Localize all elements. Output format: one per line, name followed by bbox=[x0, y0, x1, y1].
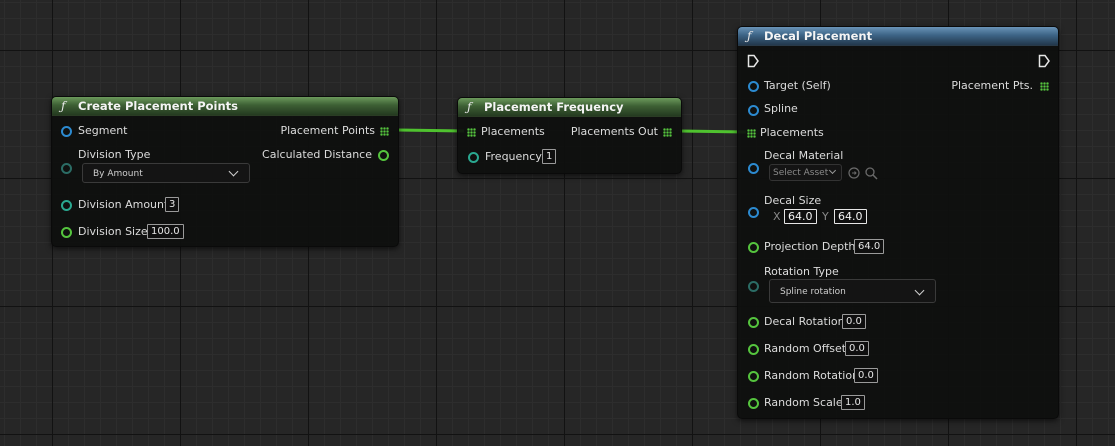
placement-frequency-node[interactable]: ƒ Placement Frequency Placements Placeme… bbox=[457, 97, 682, 174]
placement-points-label: Placement Points bbox=[280, 124, 375, 137]
division-type-dropdown[interactable]: By Amount bbox=[82, 163, 250, 183]
chevron-down-icon bbox=[914, 285, 925, 296]
division-size-field[interactable]: 100.0 bbox=[147, 224, 184, 239]
function-icon: ƒ bbox=[747, 29, 752, 43]
decal-rotation-label: Decal Rotation bbox=[764, 315, 845, 328]
division-size-label: Division Size bbox=[78, 225, 148, 238]
calculated-distance-output-pin[interactable] bbox=[378, 150, 389, 161]
decal-placement-node[interactable]: ƒ Decal Placement Target (Self) Placemen… bbox=[737, 26, 1059, 419]
placements-label: Placements bbox=[760, 126, 824, 139]
decal-rotation-input-pin[interactable] bbox=[748, 317, 759, 328]
decal-material-input-pin[interactable] bbox=[748, 163, 759, 174]
node-header[interactable]: ƒ Decal Placement bbox=[738, 27, 1058, 46]
array-pin-icon[interactable] bbox=[1040, 82, 1049, 91]
decal-size-x-field[interactable]: 64.0 bbox=[784, 209, 817, 224]
decal-size-y-field[interactable]: 64.0 bbox=[834, 209, 867, 224]
select-asset-dropdown[interactable]: Select Asset bbox=[769, 164, 842, 181]
exec-input-pin-icon[interactable] bbox=[747, 54, 759, 68]
chevron-down-icon bbox=[228, 166, 239, 177]
node-title: Placement Frequency bbox=[484, 100, 624, 114]
random-scale-input-pin[interactable] bbox=[748, 398, 759, 409]
spline-input-pin[interactable] bbox=[748, 105, 759, 116]
frequency-input-pin[interactable] bbox=[468, 152, 479, 163]
rotation-type-label: Rotation Type bbox=[764, 265, 839, 278]
division-type-input-pin[interactable] bbox=[61, 163, 72, 174]
browse-asset-icon[interactable] bbox=[848, 167, 860, 179]
node-title: Decal Placement bbox=[764, 29, 873, 43]
placements-label: Placements bbox=[481, 125, 545, 138]
random-scale-field[interactable]: 1.0 bbox=[841, 395, 865, 410]
function-icon: ƒ bbox=[467, 100, 472, 114]
array-pin-icon[interactable] bbox=[467, 128, 476, 137]
array-pin-icon[interactable] bbox=[380, 127, 389, 136]
placements-out-label: Placements Out bbox=[570, 125, 658, 138]
rotation-type-input-pin[interactable] bbox=[748, 281, 759, 292]
frequency-field[interactable]: 1 bbox=[542, 149, 557, 164]
array-pin-icon[interactable] bbox=[663, 128, 672, 137]
segment-label: Segment bbox=[78, 124, 128, 137]
projection-depth-input-pin[interactable] bbox=[748, 242, 759, 253]
division-amount-label: Division Amount bbox=[78, 198, 169, 211]
division-size-input-pin[interactable] bbox=[61, 227, 72, 238]
wire-placement-points-to-placements[interactable] bbox=[397, 128, 465, 133]
division-type-value: By Amount bbox=[93, 169, 143, 179]
projection-depth-field[interactable]: 64.0 bbox=[854, 239, 885, 254]
select-asset-label: Select Asset bbox=[773, 168, 829, 178]
random-rotation-field[interactable]: 0.0 bbox=[854, 368, 878, 383]
target-label: Target (Self) bbox=[764, 79, 831, 92]
spline-label: Spline bbox=[764, 102, 798, 115]
chevron-down-icon bbox=[828, 166, 837, 175]
random-offset-input-pin[interactable] bbox=[748, 344, 759, 355]
random-scale-label: Random Scale bbox=[764, 396, 843, 409]
exec-output-pin-icon[interactable] bbox=[1038, 54, 1050, 68]
decal-size-input-pin[interactable] bbox=[748, 207, 759, 218]
random-rotation-label: Random Rotation bbox=[764, 369, 860, 382]
decal-size-label: Decal Size bbox=[764, 194, 822, 207]
decal-material-label: Decal Material bbox=[764, 149, 844, 162]
node-header[interactable]: ƒ Create Placement Points bbox=[52, 97, 398, 116]
rotation-type-dropdown[interactable]: Spline rotation bbox=[769, 279, 936, 303]
node-header[interactable]: ƒ Placement Frequency bbox=[458, 98, 681, 117]
division-type-label: Division Type bbox=[78, 148, 151, 161]
search-icon[interactable] bbox=[865, 167, 878, 180]
decal-rotation-field[interactable]: 0.0 bbox=[842, 314, 866, 329]
calculated-distance-label: Calculated Distance bbox=[262, 148, 372, 161]
placement-pts-label: Placement Pts. bbox=[951, 79, 1033, 92]
rotation-type-value: Spline rotation bbox=[780, 287, 846, 297]
random-rotation-input-pin[interactable] bbox=[748, 371, 759, 382]
random-offset-label: Random Offset bbox=[764, 342, 847, 355]
random-offset-field[interactable]: 0.0 bbox=[845, 341, 869, 356]
division-amount-input-pin[interactable] bbox=[61, 200, 72, 211]
y-axis-label: Y bbox=[822, 210, 829, 223]
target-input-pin[interactable] bbox=[748, 81, 759, 92]
array-pin-icon[interactable] bbox=[747, 129, 756, 138]
frequency-label: Frequency bbox=[485, 150, 542, 163]
projection-depth-label: Projection Depth bbox=[764, 240, 856, 253]
create-placement-points-node[interactable]: ƒ Create Placement Points Segment Divisi… bbox=[51, 96, 399, 247]
segment-input-pin[interactable] bbox=[61, 126, 72, 137]
division-amount-field[interactable]: 3 bbox=[165, 197, 180, 212]
x-axis-label: X bbox=[773, 210, 781, 223]
node-title: Create Placement Points bbox=[78, 99, 238, 113]
function-icon: ƒ bbox=[61, 99, 66, 113]
